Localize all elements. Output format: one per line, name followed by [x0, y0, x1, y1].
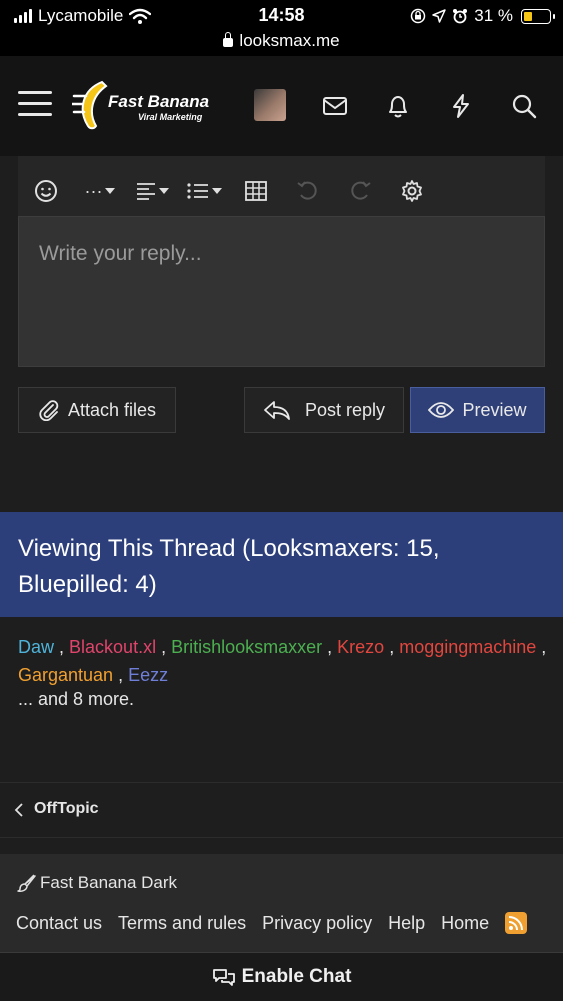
editor-toolbar-top [18, 156, 545, 166]
preview-button[interactable]: Preview [410, 387, 545, 433]
lock-icon [223, 32, 234, 47]
battery-icon [521, 8, 555, 24]
viewer-separator: , [536, 637, 547, 657]
logo-brand: Fast Banana [108, 92, 210, 111]
align-icon[interactable] [126, 166, 178, 216]
battery-percent: 31 % [474, 6, 513, 25]
attach-files-label: Attach files [67, 399, 157, 420]
inbox-icon[interactable] [322, 93, 348, 119]
status-bar: Lycamobile 14:58 31 % looksmax.me [0, 0, 563, 56]
site-header: Fast Banana Viral Marketing [0, 56, 563, 156]
status-icons: 31 % [410, 6, 555, 26]
lightning-icon[interactable] [448, 93, 474, 119]
post-reply-button[interactable]: Post reply [244, 387, 404, 433]
viewer-list: Daw , Blackout.xl , Britishlooksmaxxer ,… [18, 633, 548, 689]
brush-icon [17, 874, 36, 892]
chevron-left-icon [14, 803, 23, 817]
breadcrumb[interactable]: OffTopic [0, 783, 563, 837]
more-options-icon[interactable]: ··· [74, 166, 126, 216]
search-icon[interactable] [511, 93, 537, 119]
footer-link-terms[interactable]: Terms and rules [118, 913, 246, 934]
viewer-link[interactable]: Britishlooksmaxxer [171, 637, 322, 657]
screen-lock-icon [411, 8, 426, 24]
viewing-thread-title: Viewing This Thread (Looksmaxers: 15, Bl… [18, 535, 440, 598]
paperclip-icon [39, 400, 59, 421]
undo-icon[interactable] [282, 166, 334, 216]
reply-editor[interactable]: Write your reply... [18, 216, 545, 367]
site-footer: Fast Banana Dark Contact us Terms and ru… [0, 854, 563, 952]
viewer-more: ... and 8 more. [18, 689, 135, 709]
footer-links: Contact us Terms and rules Privacy polic… [16, 912, 528, 934]
viewer-separator: , [113, 665, 129, 685]
more-options-label: ··· [84, 180, 103, 201]
avatar[interactable] [254, 89, 286, 121]
viewer-separator: , [54, 637, 70, 657]
viewing-thread-header: Viewing This Thread (Looksmaxers: 15, Bl… [0, 512, 563, 617]
footer-link-contact[interactable]: Contact us [16, 913, 102, 934]
list-icon[interactable] [178, 166, 230, 216]
reply-icon [264, 401, 290, 420]
attach-files-button[interactable]: Attach files [18, 387, 176, 433]
viewer-link[interactable]: moggingmachine [399, 637, 536, 657]
footer-link-help[interactable]: Help [388, 913, 425, 934]
url-text: looksmax.me [239, 31, 340, 50]
table-icon[interactable] [230, 166, 282, 216]
viewer-link[interactable]: Gargantuan [18, 665, 113, 685]
alarm-icon [453, 9, 468, 24]
eye-icon [428, 402, 455, 418]
redo-icon[interactable] [334, 166, 386, 216]
divider [0, 837, 563, 838]
enable-chat-label: Enable Chat [241, 966, 352, 987]
site-logo[interactable]: Fast Banana Viral Marketing [72, 78, 222, 133]
breadcrumb-label: OffTopic [34, 800, 99, 817]
url-bar[interactable]: looksmax.me [0, 31, 563, 51]
viewer-link[interactable]: Blackout.xl [69, 637, 156, 657]
viewer-separator: , [322, 637, 338, 657]
style-chooser[interactable]: Fast Banana Dark [16, 873, 177, 893]
smiley-icon[interactable] [18, 166, 74, 216]
gear-icon[interactable] [386, 166, 438, 216]
preview-label: Preview [462, 399, 527, 420]
footer-link-home[interactable]: Home [441, 913, 489, 934]
editor-toolbar: ··· [18, 166, 545, 216]
chat-icon [212, 969, 235, 986]
logo-tagline: Viral Marketing [138, 112, 203, 122]
viewer-separator: , [384, 637, 400, 657]
post-reply-label: Post reply [304, 399, 386, 420]
style-name: Fast Banana Dark [40, 873, 178, 892]
bell-icon[interactable] [385, 93, 411, 119]
viewer-link[interactable]: Daw [18, 637, 54, 657]
viewer-separator: , [156, 637, 172, 657]
menu-icon[interactable] [18, 91, 52, 117]
enable-chat-button[interactable]: Enable Chat [0, 952, 563, 1001]
viewer-link[interactable]: Krezo [337, 637, 384, 657]
viewer-link[interactable]: Eezz [128, 665, 168, 685]
location-icon [432, 9, 446, 23]
rss-icon[interactable] [505, 912, 528, 934]
reply-placeholder: Write your reply... [39, 242, 202, 265]
footer-link-privacy[interactable]: Privacy policy [262, 913, 372, 934]
